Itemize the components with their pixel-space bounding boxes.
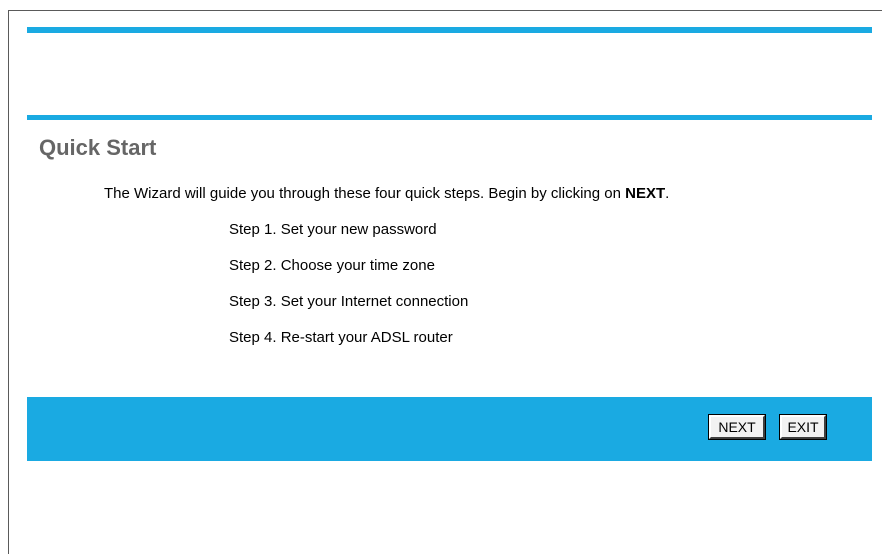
intro-text-before: The Wizard will guide you through these … [104,185,626,202]
page-title: Quick Start [39,135,157,160]
intro-next-emphasis: NEXT [625,185,666,202]
step-2: Step 2. Choose your time zone [229,257,435,274]
step-1: Step 1. Set your new password [229,221,437,238]
step-3: Step 3. Set your Internet connection [229,293,469,310]
intro-text: The Wizard will guide you through these … [104,184,669,204]
intro-text-after: . [665,185,670,202]
step-4: Step 4. Re-start your ADSL router [229,329,453,346]
top-divider [27,27,872,33]
steps-list: Step 1. Set your new password Step 2. Ch… [229,220,468,364]
next-button[interactable]: NEXT [708,414,766,440]
exit-button[interactable]: EXIT [779,414,827,440]
header-divider [27,115,872,120]
action-bar: NEXT EXIT [27,397,872,461]
